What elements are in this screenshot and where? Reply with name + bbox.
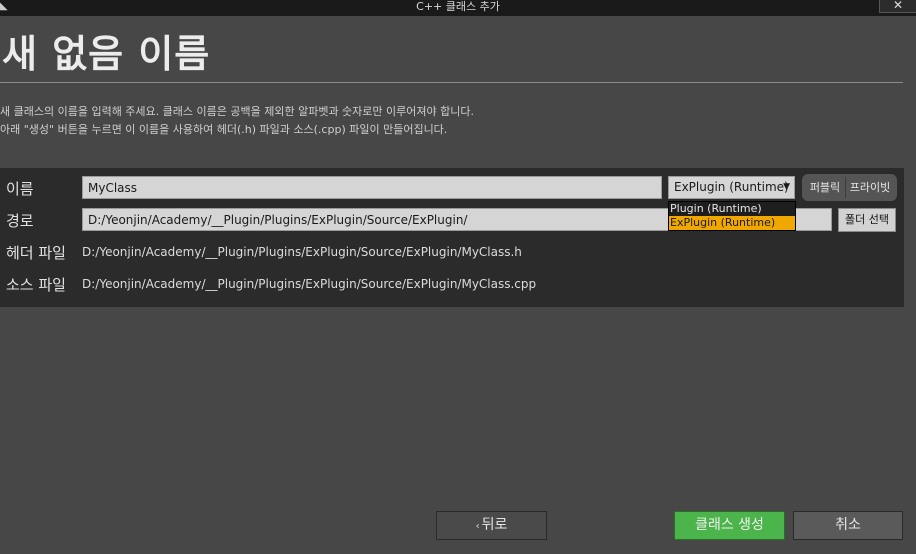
folder-select-button[interactable]: 폴더 선택: [838, 208, 896, 232]
back-button-label: 뒤로: [481, 517, 508, 533]
close-button[interactable]: ✕: [879, 0, 916, 13]
cancel-button[interactable]: 취소: [793, 511, 903, 540]
visibility-toggle: 퍼블릭 프라이빗: [802, 174, 897, 201]
description-line-1: 새 클래스의 이름을 입력해 주세요. 클래스 이름은 공백을 제외한 알파벳과…: [0, 105, 474, 118]
source-file-path: D:/Yeonjin/Academy/__Plugin/Plugins/ExPl…: [82, 277, 537, 291]
page-title: 새 없음 이름: [2, 32, 211, 76]
chevron-left-icon: ‹: [475, 521, 480, 532]
private-button[interactable]: 프라이빗: [846, 177, 894, 198]
module-option-explugin[interactable]: ExPlugin (Runtime): [669, 216, 795, 230]
module-select-value: ExPlugin (Runtime): [674, 180, 789, 194]
module-dropdown-list: Plugin (Runtime) ExPlugin (Runtime): [668, 201, 796, 231]
create-class-button[interactable]: 클래스 생성: [674, 511, 785, 540]
class-name-input[interactable]: MyClass: [82, 176, 662, 199]
window-title: C++ 클래스 추가: [416, 0, 500, 13]
description: 새 클래스의 이름을 입력해 주세요. 클래스 이름은 공백을 제외한 알파벳과…: [0, 103, 474, 139]
module-select[interactable]: ExPlugin (Runtime) ▼: [668, 176, 795, 199]
back-button[interactable]: ‹ 뒤로: [436, 511, 547, 540]
title-bar: ◣ C++ 클래스 추가 ✕: [0, 0, 916, 16]
source-file-label: 소스 파일: [6, 276, 66, 294]
path-label: 경로: [6, 212, 34, 230]
name-label: 이름: [6, 180, 34, 198]
module-option-plugin[interactable]: Plugin (Runtime): [669, 202, 795, 216]
add-cpp-class-window: ◣ C++ 클래스 추가 ✕ 새 없음 이름 새 클래스의 이름을 입력해 주세…: [0, 0, 916, 554]
description-line-2: 아래 "생성" 버튼을 누르면 이 이름을 사용하여 헤더(.h) 파일과 소스…: [0, 123, 448, 136]
chevron-down-icon: ▼: [783, 182, 790, 192]
header-file-label: 헤더 파일: [6, 244, 66, 262]
header-file-path: D:/Yeonjin/Academy/__Plugin/Plugins/ExPl…: [82, 245, 522, 259]
heading-divider: [0, 82, 903, 83]
public-button[interactable]: 퍼블릭: [805, 177, 846, 198]
